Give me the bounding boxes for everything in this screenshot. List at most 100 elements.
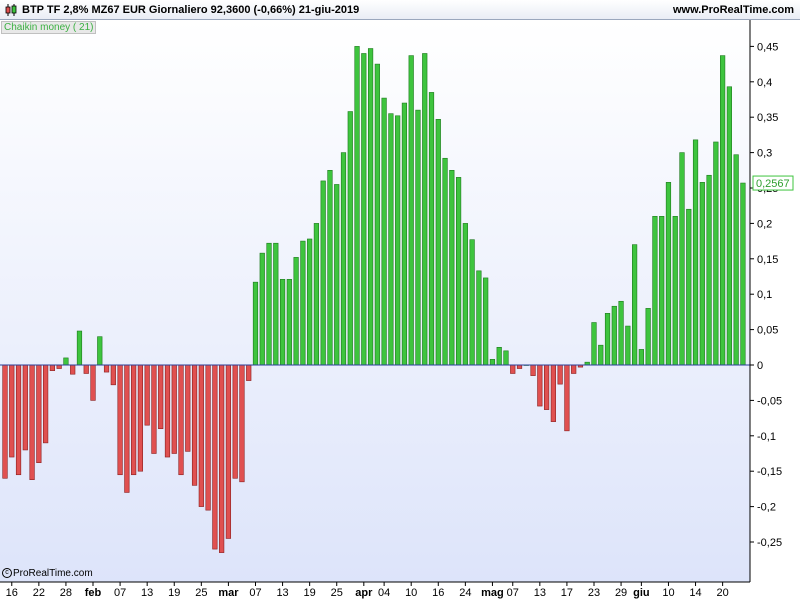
data-bar xyxy=(164,364,171,458)
x-tick-label: 17 xyxy=(561,587,573,599)
data-bar xyxy=(273,242,279,366)
x-tick-label: 16 xyxy=(432,587,444,599)
y-tick-label: 0,35 xyxy=(757,112,778,124)
data-bar xyxy=(293,257,299,366)
x-tick-label: 07 xyxy=(114,587,126,599)
data-bar xyxy=(632,244,638,366)
data-bar xyxy=(70,364,76,375)
data-bar xyxy=(564,364,570,432)
data-bar xyxy=(246,364,252,381)
data-bar xyxy=(483,277,489,366)
data-bar xyxy=(713,141,719,366)
data-bar xyxy=(15,364,22,476)
x-tick-label: feb xyxy=(85,587,102,599)
x-tick-label: 10 xyxy=(405,587,417,599)
data-bar xyxy=(442,157,448,366)
data-bar xyxy=(408,55,414,366)
data-bar xyxy=(611,305,617,366)
data-bar xyxy=(117,364,123,476)
data-bar xyxy=(340,152,347,366)
data-bar xyxy=(604,313,611,366)
data-bar xyxy=(530,364,536,376)
data-bar xyxy=(354,46,360,366)
x-tick-label: 22 xyxy=(33,587,45,599)
y-tick-label: -0,05 xyxy=(757,395,782,407)
data-bar xyxy=(401,102,408,366)
x-tick-label: 25 xyxy=(195,587,207,599)
y-tick-label: 0,2 xyxy=(757,218,772,230)
x-tick-label: mag xyxy=(481,587,504,599)
data-bar xyxy=(307,238,313,366)
data-bar xyxy=(158,364,164,430)
data-bar xyxy=(618,300,624,366)
x-tick-label: mar xyxy=(218,587,239,599)
x-tick-label: 29 xyxy=(615,587,627,599)
data-bar xyxy=(279,279,286,366)
data-bar xyxy=(692,139,699,366)
data-bar xyxy=(598,344,604,366)
data-bar xyxy=(733,154,739,366)
data-bar xyxy=(367,48,374,366)
data-bar xyxy=(137,364,144,472)
copyright-icon: c xyxy=(2,568,12,579)
x-tick-label: 07 xyxy=(507,587,519,599)
data-bar xyxy=(22,364,28,451)
y-tick-label: 0,15 xyxy=(757,254,778,266)
indicator-label[interactable]: Chaikin money ( 21) xyxy=(1,21,97,34)
data-bar xyxy=(131,364,137,476)
data-bar xyxy=(652,216,658,366)
x-tick-label: 24 xyxy=(459,587,471,599)
data-bar xyxy=(110,364,116,386)
y-tick-label: -0,25 xyxy=(757,537,782,549)
y-tick-label: -0,1 xyxy=(757,431,776,443)
data-bar xyxy=(347,111,353,366)
data-bar xyxy=(638,349,644,366)
x-tick-label: 07 xyxy=(249,587,261,599)
data-bar xyxy=(469,239,475,366)
data-bar xyxy=(699,182,705,366)
copyright-text: ProRealTime.com xyxy=(13,568,93,579)
data-bar xyxy=(510,364,516,374)
data-bar xyxy=(428,92,435,366)
data-bar xyxy=(388,113,394,366)
x-tick-label: 13 xyxy=(276,587,288,599)
data-bar xyxy=(422,53,428,366)
x-tick-label: 10 xyxy=(662,587,674,599)
data-bar xyxy=(198,364,204,507)
data-bar xyxy=(476,270,482,366)
data-bar xyxy=(225,364,232,539)
y-tick-label: 0,05 xyxy=(757,325,778,337)
data-bar xyxy=(36,364,42,463)
data-bar xyxy=(571,364,577,374)
data-bar xyxy=(334,184,340,366)
data-bar xyxy=(320,180,326,366)
data-bar xyxy=(449,170,455,366)
data-bar xyxy=(557,364,563,385)
data-bar xyxy=(625,325,631,366)
y-tick-label: 0 xyxy=(757,360,763,372)
data-bar xyxy=(537,364,543,407)
data-bar xyxy=(49,364,55,371)
data-bar xyxy=(191,364,198,486)
data-bar xyxy=(327,170,333,366)
data-bar xyxy=(361,53,367,366)
data-bar xyxy=(56,364,62,369)
data-bar xyxy=(205,364,211,511)
data-bar xyxy=(503,350,509,366)
copyright-notice: c ProRealTime.com xyxy=(2,568,93,579)
data-bar xyxy=(103,364,110,373)
last-value-label: 0,2567 xyxy=(756,178,790,190)
data-bar xyxy=(381,97,387,366)
data-bar xyxy=(29,364,35,480)
data-bar xyxy=(415,109,421,366)
x-tick-label: 13 xyxy=(534,587,546,599)
data-bar xyxy=(212,364,218,550)
y-tick-label: -0,15 xyxy=(757,466,782,478)
data-bar xyxy=(591,322,597,366)
x-tick-label: giu xyxy=(633,587,650,599)
data-bar xyxy=(219,364,225,553)
data-bar xyxy=(659,216,665,366)
data-bar xyxy=(90,364,96,401)
data-bar xyxy=(286,279,292,366)
data-bar xyxy=(2,364,8,479)
